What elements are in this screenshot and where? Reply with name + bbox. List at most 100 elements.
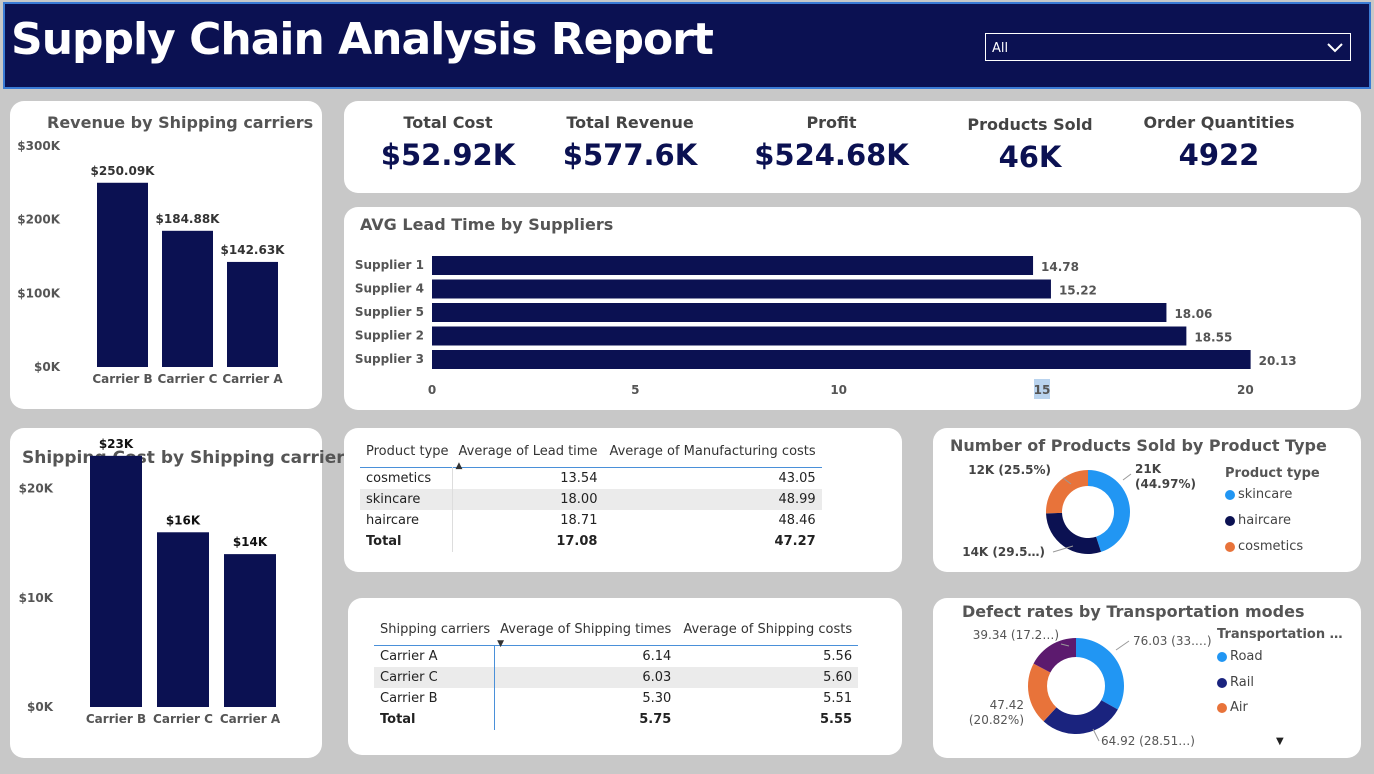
table-cell: 18.71: [560, 513, 598, 528]
kpi-total-cost: Total Cost $52.92K: [364, 113, 532, 172]
legend-label: Road: [1230, 649, 1263, 664]
revenue-bar-chart: $0K $100K $200K $300K $250.09K Carrier B $184.…: [17, 139, 286, 386]
kpi-label: Products Sold: [967, 115, 1093, 134]
table-cell: 5.51: [823, 691, 853, 706]
table-row[interactable]: Carrier A 6.14 5.56: [374, 645, 858, 667]
bar: [227, 261, 278, 367]
table-cell: 48.46: [778, 513, 816, 528]
sort-asc-icon[interactable]: ▲: [456, 461, 463, 471]
sort-desc-icon[interactable]: ▼: [497, 639, 504, 649]
y-axis-tick: Supplier 4: [355, 282, 424, 296]
table-cell: 5.55: [820, 712, 853, 727]
table-cell: 5.30: [642, 691, 672, 706]
y-axis-tick: $0K: [34, 360, 61, 374]
x-axis-tick: 20: [1237, 383, 1254, 397]
x-axis-tick: 10: [830, 383, 847, 397]
column-header[interactable]: Product type: [360, 440, 453, 468]
bar: [157, 532, 209, 707]
table-cell: skincare: [360, 489, 454, 510]
legend-item-cosmetics[interactable]: cosmetics: [1225, 539, 1320, 554]
table-row[interactable]: cosmetics 13.54 43.05: [360, 467, 822, 489]
kpi-label: Total Cost: [403, 113, 493, 132]
column-header[interactable]: Shipping carriers: [374, 618, 494, 646]
legend-label: cosmetics: [1238, 539, 1304, 554]
column-header[interactable]: Average of Shipping costs: [677, 618, 858, 646]
table-row[interactable]: Carrier C 6.03 5.60: [374, 667, 859, 688]
kpi-profit: Profit $524.68K: [744, 113, 919, 172]
legend-dot: [1225, 489, 1235, 500]
legend-label: haircare: [1238, 513, 1292, 528]
leader-line: [1115, 640, 1130, 651]
legend-dot: [1225, 515, 1235, 526]
kpi-order-quantities: Order Quantities 4922: [1134, 113, 1304, 172]
legend-item-road[interactable]: Road: [1217, 649, 1343, 664]
legend-dot: [1217, 651, 1227, 662]
kpi-total-revenue: Total Revenue $577.6K: [544, 113, 716, 172]
column-header[interactable]: Average of Shipping times ▼: [494, 618, 677, 649]
defect-rates-legend: Transportation … Road Rail Air: [1217, 627, 1343, 715]
table-cell: 18.00: [452, 489, 604, 510]
x-axis-tick: Carrier A: [222, 372, 283, 386]
legend-item-air[interactable]: Air: [1217, 700, 1343, 715]
donut-data-label: 14K (29.5…): [962, 545, 1045, 559]
table-cell: Carrier B: [374, 688, 495, 709]
kpi-value: $577.6K: [562, 138, 698, 172]
y-axis-tick: $20K: [19, 482, 54, 496]
donut-data-label: 21K: [1135, 462, 1162, 476]
bar: [90, 455, 142, 707]
legend-scroll-down-icon[interactable]: ▼: [1276, 736, 1284, 747]
column-header[interactable]: Average of Manufacturing costs: [603, 440, 821, 468]
legend-item-haircare[interactable]: haircare: [1225, 513, 1320, 528]
products-sold-donut-card: Number of Products Sold by Product Type …: [933, 428, 1361, 572]
bar: [432, 350, 1251, 369]
table-cell: 13.54: [560, 471, 598, 486]
table-row[interactable]: skincare 18.00 48.99: [360, 489, 822, 510]
report-header: Supply Chain Analysis Report All: [3, 2, 1371, 89]
x-axis-tick: Carrier B: [92, 372, 152, 386]
table-cell: 5.56: [823, 649, 853, 664]
donut-slice: [1046, 470, 1088, 514]
bar: [432, 256, 1034, 275]
legend-item-skincare[interactable]: skincare: [1225, 487, 1320, 502]
bar: [224, 554, 276, 707]
kpi-value: $524.68K: [754, 138, 909, 172]
table-row[interactable]: haircare 18.71 48.46: [360, 510, 822, 531]
x-axis-tick: Carrier C: [158, 372, 218, 386]
bar: [432, 279, 1051, 299]
carrier-table: Shipping carriers Average of Shipping ti…: [374, 618, 859, 730]
table-total-row: Total 5.75 5.55: [374, 709, 858, 730]
lead-time-bar-chart: Supplier 1 14.78 Supplier 4 15.22 Supplier 5…: [355, 256, 1297, 399]
table-cell: Carrier C: [374, 667, 495, 688]
bar-data-label: $142.63K: [221, 243, 286, 257]
bar-data-label: 18.55: [1194, 331, 1232, 345]
x-axis-tick: 5: [631, 383, 639, 397]
product-type-table: Product type Average of Lead time ▲ Avera…: [360, 440, 822, 552]
bar-data-label: 15.22: [1059, 284, 1097, 298]
donut-data-label: 12K (25.5%): [968, 463, 1051, 477]
x-axis-tick: Carrier B: [86, 712, 146, 726]
table-cell: 47.27: [774, 534, 816, 549]
defect-rates-donut-card: Defect rates by Transportation modes 76.…: [933, 598, 1361, 758]
donut-data-label: (20.82%): [969, 713, 1024, 727]
column-header[interactable]: Average of Lead time ▲: [453, 440, 604, 471]
filter-dropdown-value: All: [992, 41, 1009, 56]
table-row[interactable]: Carrier B 5.30 5.51: [374, 688, 858, 709]
column-header-label: Average of Lead time: [458, 444, 598, 459]
kpi-value: $52.92K: [380, 138, 516, 172]
filter-dropdown[interactable]: All: [985, 33, 1351, 61]
legend-item-rail[interactable]: Rail: [1217, 675, 1343, 690]
donut-data-label: 47.42: [990, 698, 1024, 712]
y-axis-tick: Supplier 1: [355, 258, 424, 272]
y-axis-tick: $200K: [17, 213, 60, 227]
revenue-by-carrier-card: Revenue by Shipping carriers $0K $100K $20…: [10, 101, 322, 409]
donut-slice: [1076, 638, 1124, 710]
legend-dot: [1225, 541, 1235, 552]
y-axis-tick: Supplier 5: [355, 305, 424, 319]
legend-title: Transportation …: [1217, 627, 1343, 642]
table-total-row: Total 17.08 47.27: [360, 531, 822, 552]
donut-data-label: 64.92 (28.51…): [1101, 734, 1195, 748]
y-axis-tick: $100K: [17, 286, 60, 300]
legend-label: skincare: [1238, 487, 1293, 502]
bar-data-label: $14K: [233, 535, 268, 549]
bar: [97, 182, 148, 367]
